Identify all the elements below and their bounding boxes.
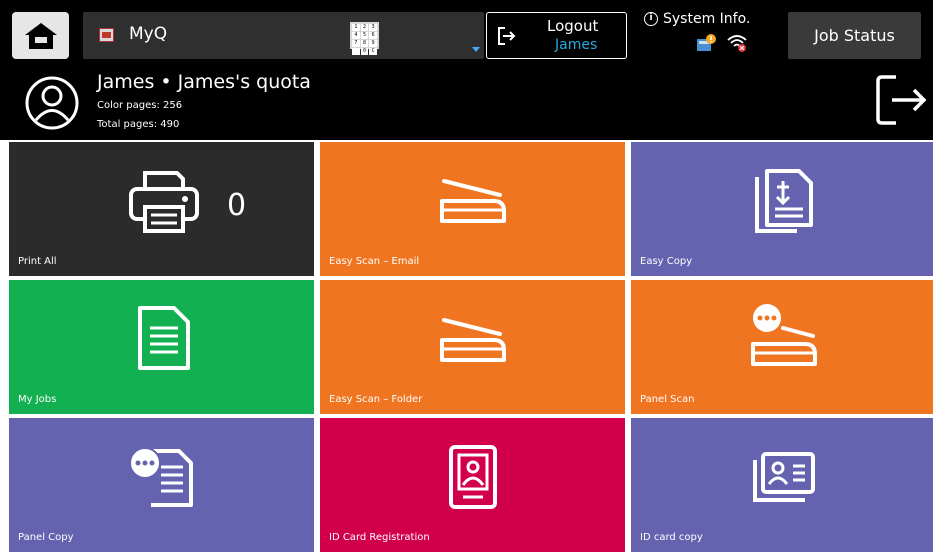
logged-user-name: James xyxy=(555,37,598,53)
home-button[interactable] xyxy=(12,12,69,59)
id-badge-icon xyxy=(449,445,497,509)
document-icon xyxy=(138,306,190,370)
info-icon: i xyxy=(644,12,658,26)
logout-button[interactable]: Logout James xyxy=(486,12,627,59)
tile-easy-scan-folder[interactable]: Easy Scan – Folder xyxy=(320,280,625,414)
system-info-label: System Info. xyxy=(663,11,751,27)
system-info-button[interactable]: i System Info. xyxy=(640,10,780,60)
color-pages-count: Color pages: 256 xyxy=(97,100,183,111)
tile-my-jobs[interactable]: My Jobs xyxy=(9,280,314,414)
keypad-key: 1 xyxy=(352,24,360,31)
print-all-count: 0 xyxy=(227,188,247,223)
tile-label: Easy Scan – Email xyxy=(329,256,420,267)
tile-panel-scan[interactable]: Panel Scan xyxy=(631,280,933,414)
wifi-off-icon xyxy=(727,35,747,52)
keypad-key: 9 xyxy=(369,40,377,47)
printer-icon xyxy=(129,171,199,233)
keypad-key: 0 xyxy=(360,48,369,55)
keypad-key: 2 xyxy=(360,24,369,31)
tile-label: Easy Scan – Folder xyxy=(329,394,423,405)
tile-id-card-copy[interactable]: ID card copy xyxy=(631,418,933,552)
keypad-key: 3 xyxy=(369,24,377,31)
logout-label: Logout xyxy=(547,17,599,35)
keypad-key: 4 xyxy=(352,32,360,39)
scanner-icon xyxy=(440,318,506,362)
keypad-icon[interactable]: 1 2 3 4 5 6 7 8 9 0 C xyxy=(350,22,379,55)
tile-label: My Jobs xyxy=(18,394,57,405)
tile-easy-copy[interactable]: Easy Copy xyxy=(631,142,933,276)
job-status-button[interactable]: Job Status xyxy=(788,12,921,59)
total-pages-count: Total pages: 490 xyxy=(97,119,180,130)
keypad-key: C xyxy=(369,48,377,55)
tile-easy-scan-email[interactable]: Easy Scan – Email xyxy=(320,142,625,276)
tile-panel-copy[interactable]: Panel Copy xyxy=(9,418,314,552)
keypad-key: 7 xyxy=(352,40,360,47)
tile-label: Easy Copy xyxy=(640,256,693,267)
keypad-key: 5 xyxy=(360,32,369,39)
home-icon xyxy=(24,22,57,49)
scanner-icon xyxy=(440,179,506,223)
tile-id-card-registration[interactable]: ID Card Registration xyxy=(320,418,625,552)
app-name: MyQ xyxy=(129,24,168,44)
tile-label: Print All xyxy=(18,256,57,267)
user-info-bar: James • James's quota Color pages: 256 T… xyxy=(0,67,933,140)
id-card-icon xyxy=(753,452,815,502)
user-avatar-icon xyxy=(25,76,79,130)
keypad-key xyxy=(352,48,360,55)
keypad-key: 6 xyxy=(369,32,377,39)
logout-exit-icon[interactable] xyxy=(874,71,930,129)
dropdown-caret-icon xyxy=(472,47,480,52)
app-selector-button[interactable]: MyQ 1 2 3 4 5 6 7 8 9 0 C xyxy=(83,12,484,59)
copy-documents-icon xyxy=(755,169,813,233)
tile-label: ID Card Registration xyxy=(329,532,430,543)
tile-print-all[interactable]: 0 Print All xyxy=(9,142,314,276)
tile-label: Panel Scan xyxy=(640,394,695,405)
keypad-key: 8 xyxy=(360,40,369,47)
device-warning-icon xyxy=(697,34,716,51)
top-bar: MyQ 1 2 3 4 5 6 7 8 9 0 C Logout James i… xyxy=(0,0,933,67)
system-info-title: i System Info. xyxy=(644,11,750,27)
scanner-more-icon xyxy=(751,304,817,366)
myq-logo-icon xyxy=(99,28,114,42)
tile-label: ID card copy xyxy=(640,532,703,543)
tile-label: Panel Copy xyxy=(18,532,74,543)
document-more-icon xyxy=(129,447,193,507)
logout-icon xyxy=(498,27,516,45)
user-quota-title: James • James's quota xyxy=(97,71,311,93)
